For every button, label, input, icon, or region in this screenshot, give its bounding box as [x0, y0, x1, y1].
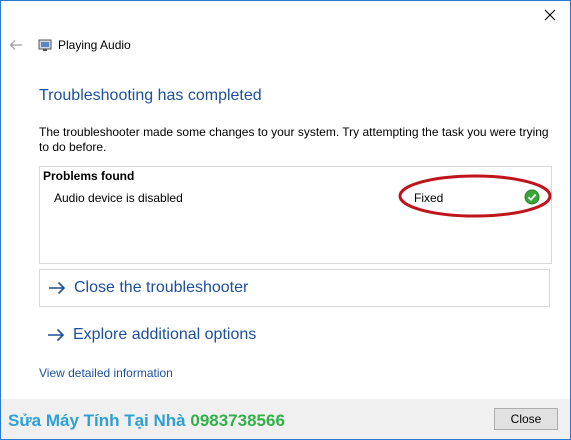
- problem-label: Audio device is disabled: [54, 191, 183, 205]
- arrow-right-icon: [48, 281, 66, 295]
- troubleshooter-app-icon: [38, 38, 52, 52]
- view-detailed-information-link[interactable]: View detailed information: [39, 366, 173, 380]
- arrow-right-icon: [47, 328, 65, 342]
- footer-bar: Sửa Máy Tính Tại Nhà 0983738566 Close: [1, 399, 570, 439]
- explore-options-label: Explore additional options: [73, 326, 257, 343]
- explore-options-command[interactable]: Explore additional options: [39, 316, 550, 354]
- app-title: Playing Audio: [38, 38, 131, 52]
- close-troubleshooter-label: Close the troubleshooter: [74, 279, 249, 296]
- highlight-ellipse: [398, 174, 552, 218]
- troubleshooter-window: Playing Audio Troubleshooting has comple…: [0, 0, 571, 440]
- watermark: Sửa Máy Tính Tại Nhà 0983738566: [8, 411, 285, 431]
- back-arrow-icon[interactable]: [9, 39, 25, 53]
- problems-header: Problems found: [43, 169, 135, 183]
- watermark-name: Sửa Máy Tính Tại Nhà: [8, 411, 186, 430]
- watermark-phone: 0983738566: [190, 411, 285, 430]
- close-troubleshooter-command[interactable]: Close the troubleshooter: [39, 269, 550, 307]
- close-button[interactable]: Close: [494, 408, 558, 430]
- app-title-text: Playing Audio: [58, 38, 131, 52]
- description-text: The troubleshooter made some changes to …: [39, 125, 549, 154]
- page-title: Troubleshooting has completed: [39, 87, 262, 104]
- close-icon[interactable]: [542, 7, 558, 23]
